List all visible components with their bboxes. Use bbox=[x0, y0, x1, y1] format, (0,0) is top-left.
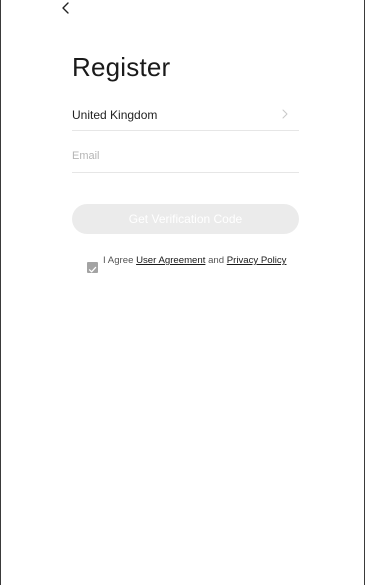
user-agreement-link[interactable]: User Agreement bbox=[136, 255, 205, 266]
agree-prefix: I Agree bbox=[103, 255, 137, 266]
email-field[interactable] bbox=[72, 142, 299, 170]
agreement-text: I Agree User Agreement and Privacy Polic… bbox=[103, 255, 293, 267]
country-selector[interactable]: United Kingdom bbox=[72, 100, 299, 131]
register-screen: Register United Kingdom Get Verification… bbox=[0, 0, 365, 585]
country-label: United Kingdom bbox=[72, 108, 158, 122]
checkmark-icon bbox=[88, 266, 97, 273]
agree-and: and bbox=[205, 255, 227, 266]
chevron-left-icon bbox=[62, 2, 69, 14]
chevron-right-icon bbox=[282, 109, 288, 119]
email-field-wrapper bbox=[72, 142, 299, 173]
page-title: Register bbox=[72, 52, 171, 82]
agreement-row: I Agree User Agreement and Privacy Polic… bbox=[87, 254, 297, 284]
privacy-policy-link[interactable]: Privacy Policy bbox=[227, 255, 287, 266]
agree-checkbox[interactable] bbox=[87, 262, 98, 273]
back-button[interactable] bbox=[55, 0, 77, 18]
get-verification-code-button[interactable]: Get Verification Code bbox=[72, 204, 299, 234]
